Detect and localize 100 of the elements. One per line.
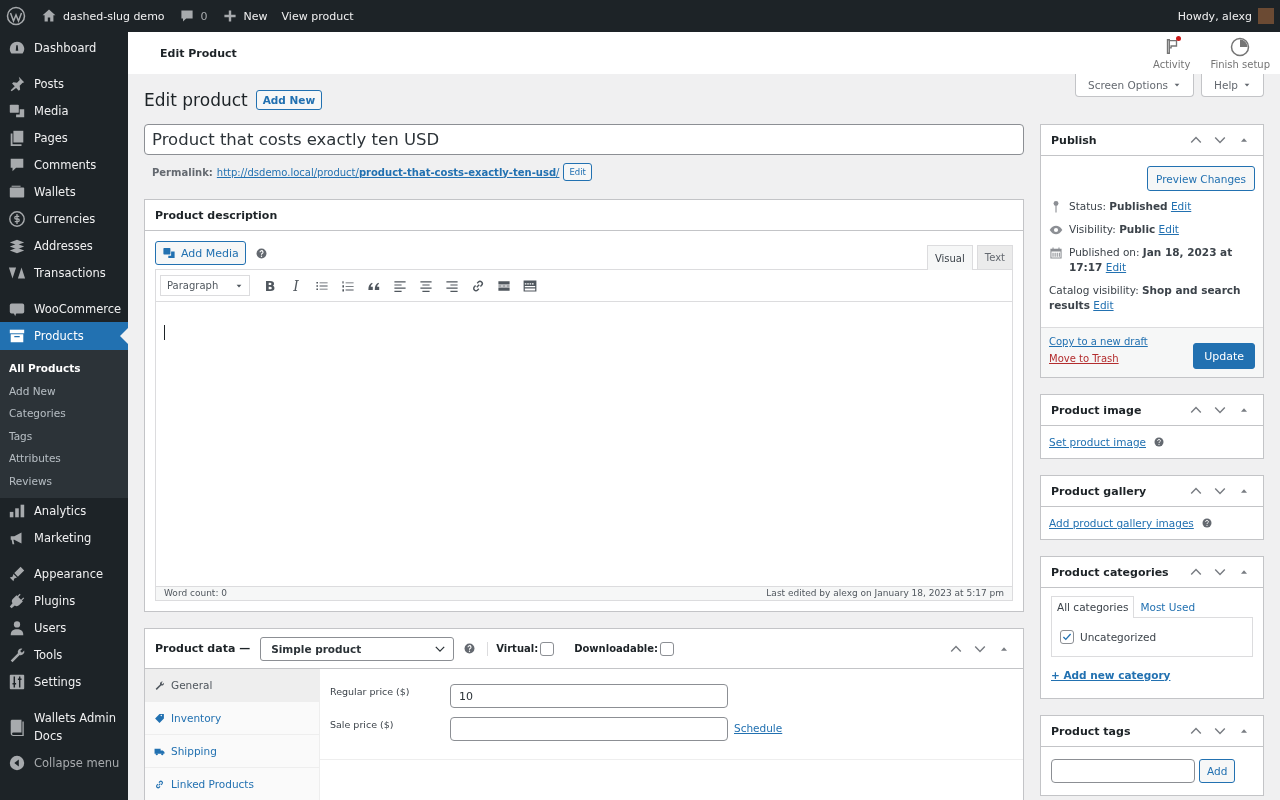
editor-tab[interactable]: Text [976, 245, 1013, 269]
product-data-tab[interactable]: Linked Products [145, 768, 319, 800]
eye-icon [1049, 223, 1063, 237]
menu-item[interactable]: Comments [0, 151, 128, 178]
submenu-item[interactable]: Categories [0, 402, 128, 425]
menu-item[interactable]: Analytics [0, 497, 128, 525]
activity-button[interactable]: Activity [1146, 36, 1197, 70]
submenu-item[interactable]: Tags [0, 424, 128, 448]
checkbox-label: Virtual: [496, 643, 539, 654]
menu-item[interactable]: Dashboard [0, 34, 128, 61]
panel-title: Product tags [1051, 724, 1131, 738]
finish-setup-button[interactable]: Finish setup [1204, 36, 1276, 70]
menu-item[interactable]: Appearance [0, 560, 128, 588]
add-category-link[interactable]: + Add new category [1051, 669, 1253, 681]
person-icon [8, 619, 26, 638]
page-title: Edit Product [160, 46, 237, 60]
title-field[interactable]: Product that costs exactly ten USD [144, 124, 1024, 155]
product-data-tab[interactable]: Shipping [145, 735, 319, 768]
menu-item[interactable]: Wallets [0, 178, 128, 205]
edit-link[interactable]: Edit [1105, 261, 1127, 273]
category-tab[interactable]: All categories [1051, 596, 1135, 618]
menu-item[interactable]: Posts [0, 70, 128, 97]
sliders-icon [8, 673, 26, 692]
format-select[interactable]: Paragraph [160, 275, 250, 296]
price-field[interactable]: 10 [450, 684, 728, 708]
book-icon [8, 718, 26, 737]
update-button[interactable]: Update [1193, 343, 1255, 369]
menu-item[interactable]: Wallets Admin Docs [0, 704, 128, 750]
add-new-button[interactable]: Add New [255, 90, 323, 110]
publish-detail: Status: Published Edit [1069, 199, 1193, 214]
caret-icon [1173, 81, 1182, 89]
preview-changes-button[interactable]: Preview Changes [1147, 166, 1255, 191]
product-data-tab[interactable]: Inventory [145, 702, 319, 735]
menu-item[interactable]: Settings [0, 668, 128, 696]
product-type-select[interactable]: Simple product [260, 636, 455, 661]
pushpin-icon [8, 74, 26, 93]
field-label: Regular price ($) [330, 685, 411, 697]
menu-item[interactable]: Tools [0, 641, 128, 669]
publish-detail: Catalog visibility: Shop and search results Edit [1049, 283, 1242, 313]
edit-permalink-button[interactable]: Edit [563, 163, 592, 181]
checkbox[interactable] [660, 641, 675, 656]
panel-title: Publish [1051, 133, 1097, 147]
menu-item[interactable]: Marketing [0, 524, 128, 552]
submenu-item[interactable]: Add New [0, 379, 128, 403]
panel-link[interactable]: Add product gallery images [1049, 517, 1194, 529]
product-data-tab[interactable]: General [145, 669, 319, 702]
menu-item[interactable]: Media [0, 97, 128, 124]
category-tab[interactable]: Most Used [1134, 596, 1202, 617]
submenu-item[interactable]: Attributes [0, 447, 128, 470]
publish-detail: Published on: Jan 18, 2023 at 17:17 Edit [1069, 245, 1234, 275]
menu-item[interactable]: Addresses [0, 232, 128, 259]
menu-item[interactable]: WooCommerce [0, 295, 128, 322]
submenu-item[interactable]: Reviews [0, 469, 128, 493]
panel-title: Product categories [1051, 565, 1169, 579]
checkmark-icon [1061, 631, 1073, 643]
copy-draft-link[interactable]: Copy to a new draft [1049, 336, 1148, 347]
menu-item[interactable]: Currencies [0, 205, 128, 232]
publish-detail: Visibility: Public Edit [1069, 222, 1180, 237]
collapse-menu-button[interactable]: Collapse menu [0, 749, 128, 777]
submenu-item[interactable]: All Products [0, 357, 128, 380]
checkbox[interactable] [540, 641, 555, 656]
menu-item[interactable]: Products [0, 322, 128, 350]
dollar-coin-icon [8, 209, 26, 228]
help-icon [255, 248, 267, 259]
edit-link[interactable]: Edit [1093, 299, 1114, 311]
site-name-link[interactable]: dashed-slug demo [34, 0, 172, 32]
link-icon [154, 778, 165, 790]
menu-item[interactable]: Pages [0, 124, 128, 151]
new-link[interactable]: New [214, 0, 275, 32]
account-link[interactable]: Howdy, alexg [1177, 0, 1252, 32]
price-field[interactable] [450, 717, 728, 741]
help-button[interactable]: Help [1201, 74, 1264, 97]
move-to-trash-link[interactable]: Move to Trash [1049, 353, 1148, 364]
view-product-link[interactable]: View product [274, 0, 361, 32]
paintbrush-icon [8, 565, 26, 584]
add-media-button[interactable]: Add Media [155, 241, 246, 265]
permalink-link[interactable]: http://dsdemo.local/product/product-that-costs-exactly-ten-usd/ [216, 166, 560, 178]
checkbox[interactable] [1060, 630, 1074, 644]
panel-title: Product description [155, 208, 278, 222]
edit-link[interactable]: Edit [1158, 223, 1179, 235]
logo-icon [6, 6, 26, 26]
last-edited-note: Last edited by alexg on January 18, 2023 at 5:17 pm [766, 587, 1004, 600]
word-count: Word count: 0 [164, 587, 227, 600]
text-cursor [164, 325, 165, 340]
comments-link[interactable]: 0 [171, 0, 215, 32]
menu-item[interactable]: Users [0, 614, 128, 642]
keyboard-icon [522, 277, 538, 294]
add-tag-button[interactable]: Add [1199, 759, 1236, 783]
menu-item[interactable]: Transactions [0, 259, 128, 286]
format-button[interactable]: I [286, 274, 306, 297]
editor-tab[interactable]: Visual [926, 245, 973, 270]
menu-item[interactable]: Plugins [0, 587, 128, 615]
schedule-link[interactable]: Schedule [734, 722, 783, 734]
screen-options-button[interactable]: Screen Options [1075, 74, 1195, 97]
panel-title: Product image [1051, 403, 1142, 417]
format-button[interactable]: B [260, 274, 280, 297]
panel-link[interactable]: Set product image [1049, 436, 1146, 448]
avatar-placeholder [1258, 8, 1274, 24]
tag-input-field[interactable] [1051, 759, 1195, 783]
edit-link[interactable]: Edit [1170, 200, 1192, 212]
